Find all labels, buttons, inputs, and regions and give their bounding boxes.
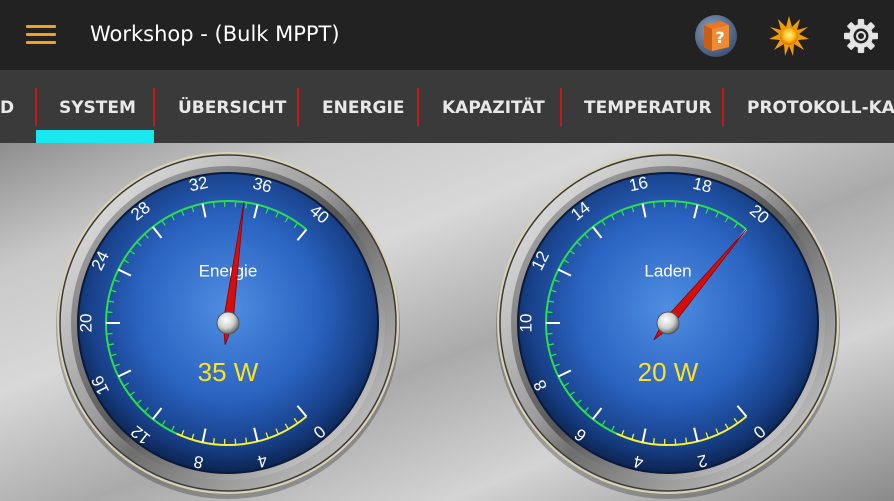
minor-tick: [212, 201, 215, 208]
tab-separator: [153, 88, 155, 126]
gauge-title: Laden: [644, 261, 691, 280]
gauge-value-readout: 20 W: [638, 357, 699, 387]
menu-icon[interactable]: [24, 22, 58, 48]
minor-tick: [652, 201, 655, 208]
tick-label: 16: [627, 173, 649, 196]
tab-protokoll-kali[interactable]: PROTOKOLL-KALI: [747, 70, 894, 143]
help-book-icon[interactable]: ?: [693, 13, 739, 59]
minor-tick: [685, 437, 688, 444]
tab-separator: [560, 88, 562, 126]
tab-energie[interactable]: ENERGIE: [322, 70, 404, 143]
minor-tick: [245, 202, 248, 209]
gauges-canvas: 048121620242832 3640Energie35 W0246810121…: [0, 143, 894, 501]
gauge-value-readout: 35 W: [198, 357, 259, 387]
tab-separator: [297, 88, 299, 126]
gauge-panel: 0 4 8 12 16 20 24 28 32 36 40 Energie 35 W 0 2 4 6 8 10 12 1…: [0, 143, 894, 501]
tab-kapazitaet[interactable]: KAPAZITÄT: [442, 70, 545, 143]
tab-uebersicht[interactable]: ÜBERSICHT: [178, 70, 286, 143]
tick-label: 32: [187, 173, 209, 196]
minor-tick: [546, 332, 553, 335]
tick-label: 10: [516, 314, 535, 333]
settings-gear-icon[interactable]: [838, 13, 884, 59]
minor-tick: [685, 202, 688, 209]
minor-tick: [212, 438, 215, 445]
sun-icon[interactable]: [766, 13, 812, 59]
svg-text:?: ?: [715, 28, 724, 47]
tab-d[interactable]: D: [0, 70, 14, 143]
minor-tick: [106, 332, 113, 335]
minor-tick: [245, 437, 248, 444]
tab-separator: [722, 88, 724, 126]
tick-label: 20: [76, 314, 95, 333]
gauge-title: Energie: [199, 261, 258, 280]
tab-separator: [417, 88, 419, 126]
tab-separator: [35, 88, 37, 126]
app-title: Workshop - (Bulk MPPT): [90, 22, 340, 46]
needle-hub: [216, 311, 240, 335]
minor-tick: [106, 311, 113, 314]
app-toolbar: Workshop - (Bulk MPPT) ?: [0, 0, 894, 70]
tab-temperatur[interactable]: TEMPERATUR: [584, 70, 712, 143]
needle-hub: [656, 311, 680, 335]
gauge-laden: 0246810121416 1820Laden20 W: [496, 152, 840, 499]
selected-tab-indicator: [36, 130, 154, 143]
minor-tick: [652, 438, 655, 445]
gauge-energie: 048121620242832 3640Energie35 W: [56, 152, 400, 499]
minor-tick: [546, 311, 553, 314]
